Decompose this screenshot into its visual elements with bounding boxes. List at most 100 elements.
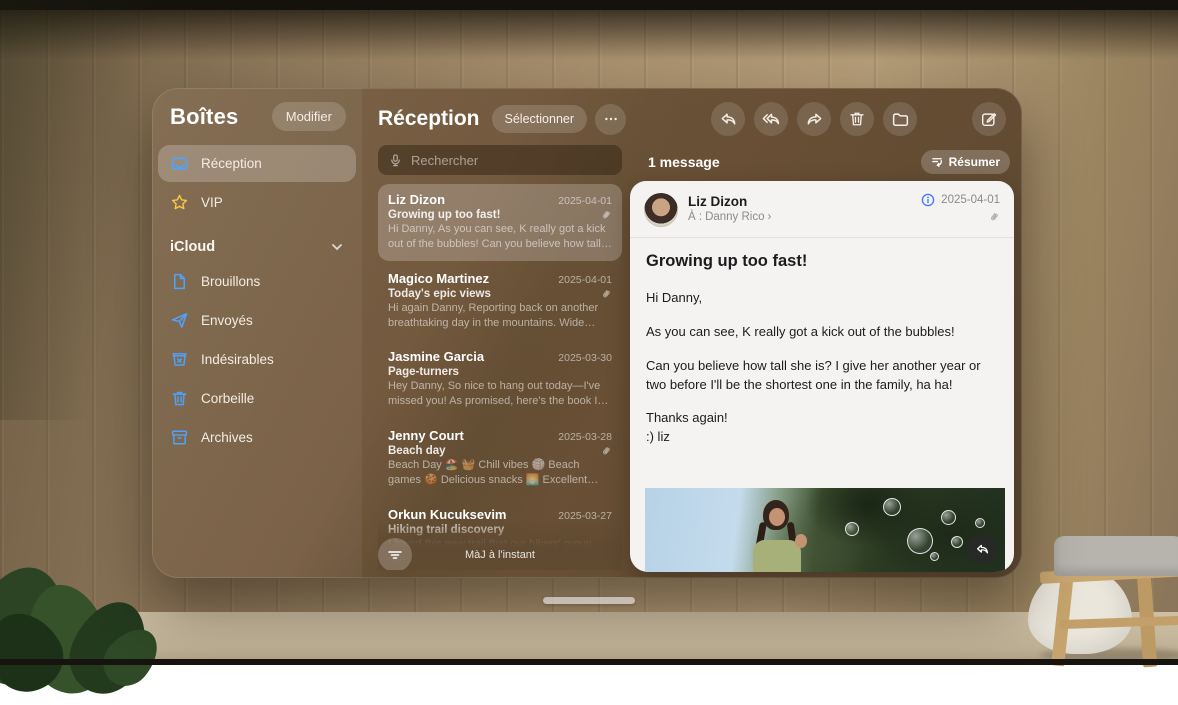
message-preview: Hi again Danny, Reporting back on anothe… (388, 301, 612, 331)
filter-icon (387, 547, 403, 563)
paperclip-icon (600, 209, 612, 221)
bubble (845, 522, 859, 536)
vip-star-icon (170, 193, 189, 212)
message-subject: Growing up too fast! (388, 209, 500, 221)
forward-button[interactable] (797, 102, 831, 136)
floor (0, 612, 1178, 665)
message-subject-line: Growing up too fast! (646, 252, 998, 271)
sidebar-item-label: Réception (201, 156, 262, 171)
edit-mailboxes-button[interactable]: Modifier (272, 102, 346, 131)
update-status: MàJ à l'instant (378, 549, 622, 561)
message-date: 2025-04-01 (558, 274, 612, 286)
sidebar-section-icloud[interactable]: iCloud (158, 223, 356, 263)
chevron-right-icon: › (768, 211, 772, 223)
message-count: 1 message (648, 154, 720, 170)
move-to-folder-button[interactable] (883, 102, 917, 136)
photo-reply-button[interactable] (967, 534, 997, 564)
reading-header: 1 message Résumer (630, 148, 1014, 174)
window-drag-handle[interactable] (543, 597, 635, 604)
message-subject: Beach day (388, 445, 446, 457)
main-header: Réception Sélectionner (362, 88, 1022, 138)
paperclip-icon (600, 445, 612, 457)
list-bottom-bar: MàJ à l'instant (378, 518, 622, 570)
sidebar-item-reception[interactable]: Réception (158, 145, 356, 182)
message-date: 2025-03-28 (558, 431, 612, 443)
top-dark-strip (0, 0, 1178, 10)
paperclip-icon (988, 211, 1000, 223)
reply-icon (975, 542, 990, 557)
body-paragraph: Hi Danny, (646, 289, 998, 308)
recipient-name: Danny Rico (705, 211, 764, 223)
reply-icon (719, 110, 738, 129)
forward-icon (805, 110, 824, 129)
search-field[interactable] (378, 145, 622, 175)
reply-all-icon (761, 110, 781, 129)
message-date: 2025-04-01 (558, 195, 612, 207)
microphone-icon[interactable] (388, 153, 403, 168)
bubble (883, 498, 901, 516)
list-item[interactable]: Jenny Court 2025-03-28 Beach day Beach D… (378, 420, 622, 497)
list-item[interactable]: Jasmine Garcia 2025-03-30 Page-turners H… (378, 341, 622, 418)
select-button[interactable]: Sélectionner (492, 105, 588, 133)
summarize-label: Résumer (949, 155, 1000, 169)
summarize-icon (931, 156, 944, 169)
sidebar-item-label: Corbeille (201, 391, 254, 406)
sidebar-title: Boîtes (170, 104, 238, 130)
list-item[interactable]: Liz Dizon 2025-04-01 Growing up too fast… (378, 184, 622, 261)
inbox-icon (170, 154, 189, 173)
reading-pane: 1 message Résumer Liz Dizon À : Danny (630, 148, 1014, 572)
bubble (930, 552, 939, 561)
card-message-date: 2025-04-01 (941, 194, 1000, 206)
summarize-button[interactable]: Résumer (921, 150, 1010, 174)
message-card-header: Liz Dizon À : Danny Rico › 2025-04-0 (630, 181, 1014, 238)
body-paragraph: Thanks again! :) liz (646, 409, 998, 447)
list-item[interactable]: Magico Martinez 2025-04-01 Today's epic … (378, 263, 622, 340)
junk-bin-icon (170, 350, 189, 369)
photo-child-face (769, 508, 785, 526)
card-recipient-line[interactable]: À : Danny Rico › (688, 211, 921, 223)
message-preview: Hey Danny, So nice to hang out today—I'v… (388, 379, 612, 409)
mailboxes-sidebar: Boîtes Modifier Réception VIP iCloud (152, 88, 362, 578)
main-pane: Réception Sélectionner (362, 88, 1022, 578)
bubble (941, 510, 956, 525)
sidebar-item-label: VIP (201, 195, 223, 210)
sidebar-item-label: Indésirables (201, 352, 274, 367)
message-toolbar (711, 102, 1006, 136)
message-sender: Magico Martinez (388, 271, 489, 286)
photo-child-hand (795, 534, 807, 548)
section-label: iCloud (170, 239, 215, 255)
sidebar-item-archives[interactable]: Archives (158, 419, 356, 456)
compose-button[interactable] (972, 102, 1006, 136)
sidebar-item-corbeille[interactable]: Corbeille (158, 380, 356, 417)
reply-all-button[interactable] (754, 102, 788, 136)
message-list: Liz Dizon 2025-04-01 Growing up too fast… (378, 184, 622, 570)
sender-avatar[interactable] (644, 193, 678, 227)
left-wall-shadow (0, 0, 160, 420)
message-subject: Page-turners (388, 366, 459, 378)
message-paragraphs: Hi Danny, As you can see, K really got a … (646, 289, 998, 447)
photo-child-body (753, 540, 801, 572)
body-paragraph: As you can see, K really got a kick out … (646, 323, 998, 342)
info-icon[interactable] (921, 193, 935, 207)
sidebar-item-vip[interactable]: VIP (158, 184, 356, 221)
body-paragraph: Can you believe how tall she is? I give … (646, 357, 998, 395)
reply-button[interactable] (711, 102, 745, 136)
sidebar-item-envoyes[interactable]: Envoyés (158, 302, 356, 339)
bubble (907, 528, 933, 554)
trash-icon (848, 110, 866, 128)
to-label: À : (688, 211, 702, 223)
card-sender-name: Liz Dizon (688, 194, 921, 209)
bottom-edge-strip (0, 659, 1178, 665)
attachment-photo[interactable] (645, 488, 1005, 572)
draft-document-icon (170, 272, 189, 291)
sidebar-item-brouillons[interactable]: Brouillons (158, 263, 356, 300)
search-input[interactable] (411, 153, 612, 168)
delete-button[interactable] (840, 102, 874, 136)
message-card: Liz Dizon À : Danny Rico › 2025-04-0 (630, 181, 1014, 572)
more-options-button[interactable] (595, 104, 626, 135)
paperclip-icon (600, 288, 612, 300)
message-sender: Jasmine Garcia (388, 349, 484, 364)
sidebar-item-indesirables[interactable]: Indésirables (158, 341, 356, 378)
filter-button[interactable] (378, 538, 412, 570)
page-title: Réception (378, 107, 480, 131)
